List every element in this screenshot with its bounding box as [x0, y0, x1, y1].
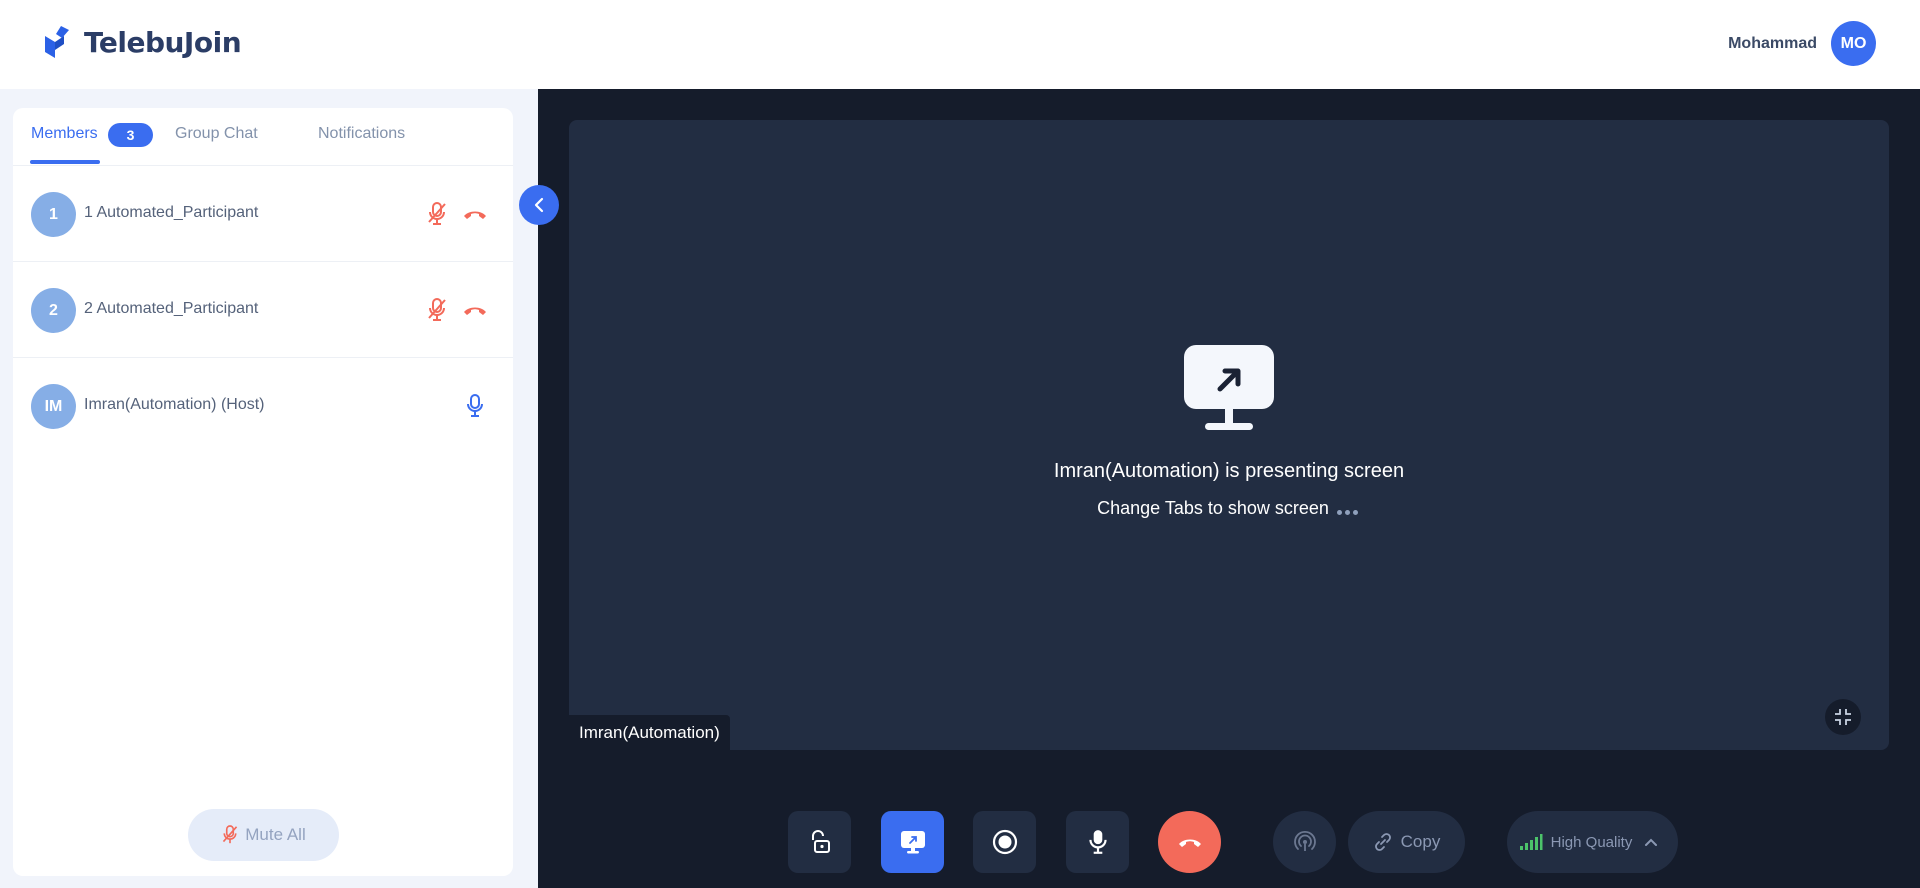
lock-meeting-button[interactable]: [788, 811, 851, 873]
mute-all-label: Mute All: [245, 825, 306, 844]
member-row: 1 1 Automated_Participant: [13, 166, 513, 262]
meeting-stage: Imran(Automation) is presenting screen C…: [538, 89, 1920, 888]
screen-share-button[interactable]: [881, 811, 944, 873]
app-name: TelebuJoin: [84, 25, 242, 59]
mute-all-button[interactable]: Mute All: [188, 809, 339, 861]
mic-off-icon: [223, 825, 238, 844]
telebu-logo-icon: [45, 26, 69, 58]
presenting-screen-icon: [1184, 345, 1274, 430]
broadcast-icon: [1293, 830, 1316, 851]
broadcast-button[interactable]: [1273, 811, 1336, 873]
presenting-title: Imran(Automation) is presenting screen: [1053, 460, 1405, 482]
member-row: 2 2 Automated_Participant: [13, 262, 513, 358]
tab-members[interactable]: Members: [31, 125, 98, 143]
chevron-up-icon: [1645, 838, 1658, 846]
unlock-icon: [811, 830, 830, 853]
user-name: Mohammad: [1728, 34, 1817, 52]
mic-icon: [1088, 830, 1107, 854]
presenting-subtitle: Change Tabs to show screen: [1097, 498, 1329, 518]
minimize-icon: [1835, 709, 1851, 725]
hangup-icon[interactable]: [461, 200, 489, 228]
presenter-name-tag: Imran(Automation): [569, 715, 730, 750]
record-icon: [992, 829, 1017, 855]
mic-on-icon[interactable]: [461, 392, 489, 420]
quality-selector-button[interactable]: High Quality: [1507, 811, 1678, 873]
app-logo[interactable]: TelebuJoin: [42, 24, 242, 60]
member-avatar: 2: [31, 288, 76, 333]
screen-share-icon: [900, 831, 925, 854]
copy-label: Copy: [1400, 832, 1441, 851]
member-row: IM Imran(Automation) (Host): [13, 358, 513, 454]
end-call-icon: [1178, 839, 1201, 847]
record-button[interactable]: [973, 811, 1036, 873]
panel-tabs: Members 3 Group Chat Notifications: [13, 108, 513, 166]
presenting-subtitle-row: Change Tabs to show screen: [569, 498, 1889, 520]
tab-group-chat[interactable]: Group Chat: [175, 125, 258, 143]
top-header: TelebuJoin Mohammad MO: [0, 0, 1920, 89]
link-icon: [1374, 833, 1391, 851]
member-name: 2 Automated_Participant: [84, 300, 259, 317]
quality-label: High Quality: [1550, 833, 1633, 851]
tab-notifications[interactable]: Notifications: [318, 125, 405, 143]
members-count-badge: 3: [108, 123, 153, 147]
mic-off-icon[interactable]: [423, 200, 451, 228]
screen-share-view: Imran(Automation) is presenting screen C…: [569, 120, 1889, 750]
exit-fullscreen-button[interactable]: [1825, 699, 1861, 735]
member-name: Imran(Automation) (Host): [84, 396, 265, 413]
user-avatar[interactable]: MO: [1831, 21, 1876, 66]
loading-dots-icon: [1336, 499, 1361, 520]
signal-bars-icon: [1519, 834, 1543, 850]
user-menu[interactable]: Mohammad MO: [1728, 21, 1876, 66]
active-tab-indicator: [30, 160, 100, 164]
mic-off-icon[interactable]: [423, 296, 451, 324]
member-avatar: 1: [31, 192, 76, 237]
members-panel: Members 3 Group Chat Notifications 1 1 A…: [13, 108, 513, 876]
member-avatar: IM: [31, 384, 76, 429]
member-name: 1 Automated_Participant: [84, 204, 259, 221]
collapse-panel-button[interactable]: [519, 185, 559, 225]
end-call-button[interactable]: [1158, 811, 1221, 873]
microphone-button[interactable]: [1066, 811, 1129, 873]
hangup-icon[interactable]: [461, 296, 489, 324]
copy-link-button[interactable]: Copy: [1348, 811, 1465, 873]
chevron-left-icon: [534, 197, 544, 213]
